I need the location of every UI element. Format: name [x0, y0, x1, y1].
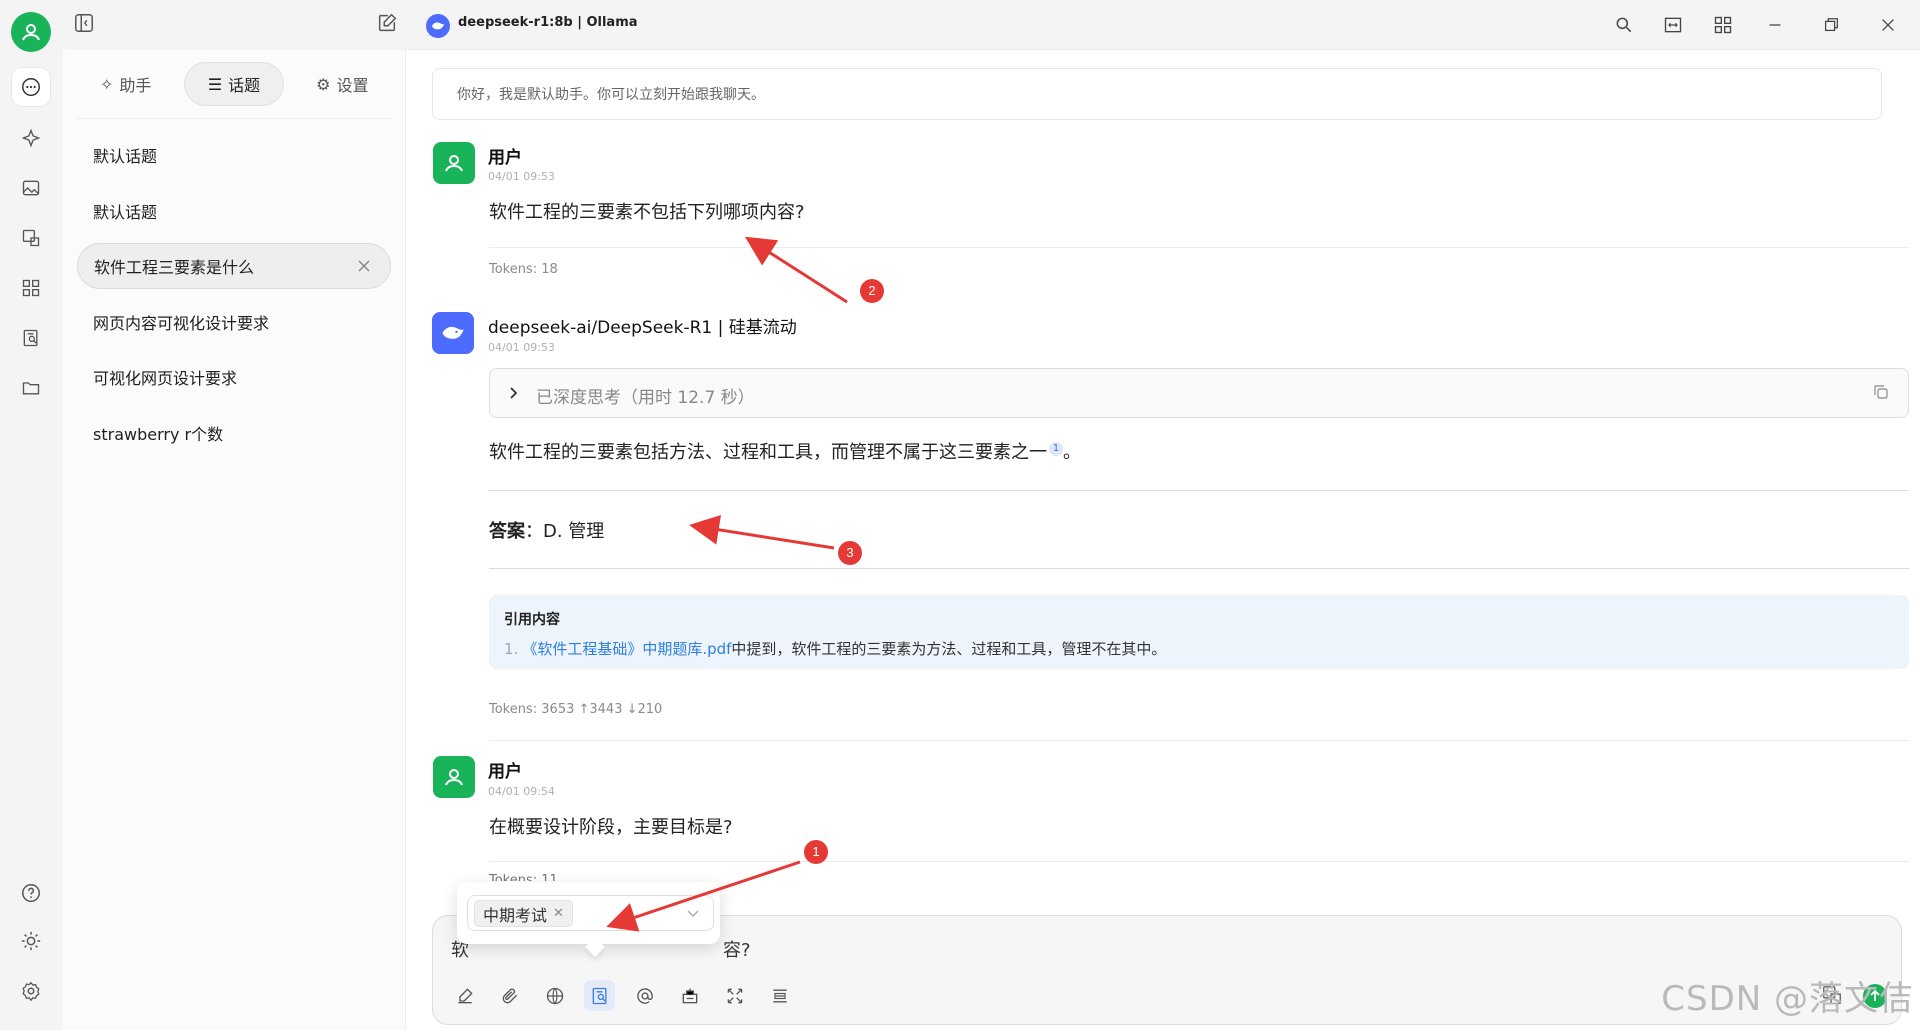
avatar: [433, 756, 475, 798]
tag-close-icon[interactable]: ✕: [553, 906, 564, 921]
divider: [489, 861, 1909, 862]
divider: [489, 247, 1909, 248]
chevron-right-icon: [506, 383, 522, 407]
message-sender: deepseek-ai/DeepSeek-R1 | 硅基流动: [488, 318, 797, 338]
close-icon[interactable]: [354, 256, 374, 276]
chat-nav-icon[interactable]: [12, 68, 50, 106]
mention-at-icon[interactable]: [629, 980, 660, 1011]
topic-item[interactable]: 可视化网页设计要求: [77, 354, 391, 400]
thinking-label: 已深度思考（用时 12.7 秒）: [536, 388, 755, 408]
minimize-icon[interactable]: [1762, 12, 1788, 38]
message-tokens: Tokens: 3653 ↑3443 ↓210: [489, 702, 663, 717]
message-tokens: Tokens: 18: [489, 262, 558, 277]
search-icon[interactable]: [1611, 12, 1637, 38]
tab-assistant[interactable]: ✧ 助手: [77, 62, 174, 106]
knowledge-base-popover: 中期考试 ✕: [457, 882, 720, 944]
topic-item-active[interactable]: 软件工程三要素是什么: [77, 243, 391, 289]
sidebar-topbar: [63, 0, 406, 50]
tab-topics[interactable]: ☰ 话题: [184, 62, 284, 106]
knowledge-tag: 中期考试 ✕: [474, 900, 573, 927]
clear-context-icon[interactable]: [764, 980, 795, 1011]
divider: [489, 740, 1909, 741]
message-text: 软件工程的三要素不包括下列哪项内容?: [489, 202, 805, 223]
deepseek-logo-icon: [426, 14, 450, 38]
new-topic-edit-icon[interactable]: [376, 12, 400, 36]
citation-item: 1. 《软件工程基础》中期题库.pdf中提到，软件工程的三要素为方法、过程和工具，…: [504, 640, 1167, 658]
image-icon[interactable]: [12, 169, 50, 207]
sparkle-small-icon: ✧: [99, 74, 114, 94]
tab-settings[interactable]: ⚙ 设置: [294, 62, 391, 106]
sparkle-icon[interactable]: [12, 119, 50, 157]
chat-header: deepseek-r1:8b | Ollama: [406, 0, 1920, 50]
user-icon: [22, 24, 40, 41]
deepseek-whale-icon: [442, 326, 464, 339]
annotation-badge-2: 2: [860, 279, 884, 303]
knowledge-base-button-icon[interactable]: [584, 980, 615, 1011]
knowledge-base-icon[interactable]: [12, 319, 50, 357]
grid-layout-icon[interactable]: [1710, 12, 1736, 38]
topic-item[interactable]: 网页内容可视化设计要求: [77, 299, 391, 345]
sidebar-toggle-icon[interactable]: [73, 12, 97, 36]
citation-link[interactable]: 《软件工程基础》中期题库.pdf: [522, 640, 731, 658]
copy-icon[interactable]: [1872, 383, 1890, 405]
gear-small-icon: ⚙: [316, 74, 331, 94]
knowledge-base-select[interactable]: 中期考试 ✕: [467, 895, 714, 931]
expand-width-icon[interactable]: [1660, 12, 1686, 38]
settings-gear-icon[interactable]: [12, 972, 50, 1010]
user-avatar[interactable]: [11, 12, 51, 52]
message-tokens: Tokens: 11: [489, 873, 558, 881]
avatar: [433, 142, 475, 184]
citation-footnote[interactable]: 1: [1049, 442, 1063, 456]
topic-item[interactable]: 默认话题: [77, 132, 391, 178]
expand-arrows-icon[interactable]: [719, 980, 750, 1011]
input-toolbar: [449, 980, 795, 1011]
avatar: [432, 312, 474, 354]
chevron-down-icon[interactable]: [685, 905, 701, 925]
citation-box: 引用内容 1. 《软件工程基础》中期题库.pdf中提到，软件工程的三要素为方法、过…: [489, 595, 1909, 669]
topic-list: 默认话题 默认话题 软件工程三要素是什么 网页内容可视化设计要求 可视化网页设计…: [77, 132, 391, 465]
divider: [489, 568, 1909, 569]
model-name[interactable]: deepseek-r1:8b | Ollama: [458, 15, 638, 30]
apps-icon[interactable]: [12, 269, 50, 307]
theme-sun-icon[interactable]: [12, 922, 50, 960]
folder-icon[interactable]: [12, 369, 50, 407]
welcome-banner: 你好，我是默认助手。你可以立刻开始跟我聊天。: [432, 68, 1882, 120]
citation-title: 引用内容: [504, 612, 560, 628]
message-text: 软件工程的三要素包括方法、过程和工具，而管理不属于这三要素之一 1。: [489, 442, 1081, 463]
message-sender: 用户: [488, 762, 522, 782]
topic-item[interactable]: 默认话题: [77, 188, 391, 234]
message-time: 04/01 09:54: [488, 785, 555, 798]
close-window-icon[interactable]: [1875, 12, 1901, 38]
message-time: 04/01 09:53: [488, 170, 555, 183]
divider: [77, 118, 391, 119]
chat-input-value-end[interactable]: 容?: [723, 936, 751, 962]
app-window: ✧ 助手 ☰ 话题 ⚙ 设置 默认话题 默认话题 软件工程三要素是什么 网页内容…: [0, 0, 1920, 1030]
annotation-badge-1: 1: [804, 840, 828, 864]
topic-item[interactable]: strawberry r个数: [77, 410, 391, 456]
restore-icon[interactable]: [1818, 12, 1844, 38]
message-text: 在概要设计阶段，主要目标是?: [489, 817, 733, 838]
user-icon: [445, 155, 463, 172]
message-time: 04/01 09:53: [488, 341, 555, 354]
web-search-globe-icon[interactable]: [539, 980, 570, 1011]
icon-rail: [0, 0, 63, 1030]
topic-sidebar: ✧ 助手 ☰ 话题 ⚙ 设置 默认话题 默认话题 软件工程三要素是什么 网页内容…: [63, 50, 406, 1030]
sidebar-tabs: ✧ 助手 ☰ 话题 ⚙ 设置: [77, 62, 391, 106]
attachment-icon[interactable]: [494, 980, 525, 1011]
new-topic-icon[interactable]: [449, 980, 480, 1011]
list-icon: ☰: [207, 74, 223, 94]
answer-line: 答案：D. 管理: [489, 521, 605, 542]
annotation-badge-3: 3: [838, 541, 862, 565]
message-sender: 用户: [488, 148, 522, 168]
thinking-collapse[interactable]: 已深度思考（用时 12.7 秒）: [489, 368, 1909, 418]
watermark: CSDN @落文佶: [1661, 979, 1914, 1019]
divider: [489, 490, 1909, 491]
user-icon: [445, 769, 463, 786]
quick-phrase-icon[interactable]: [674, 980, 705, 1011]
translate-nav-icon[interactable]: [12, 219, 50, 257]
help-icon[interactable]: [12, 874, 50, 912]
